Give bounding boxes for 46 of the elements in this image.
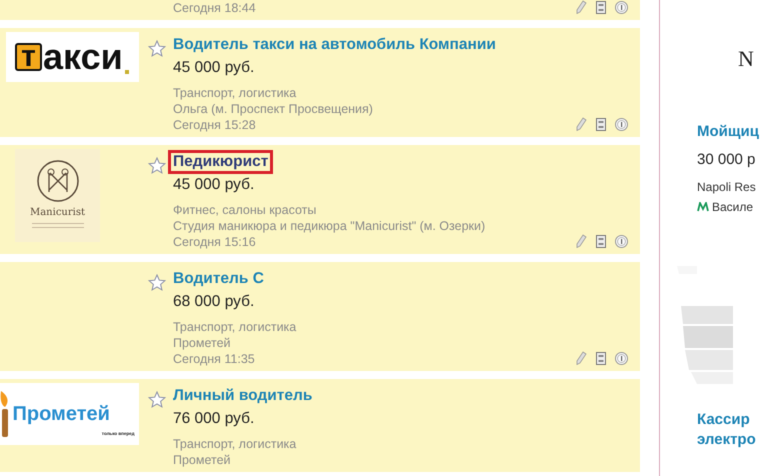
date-text: Сегодня 15:16 [173, 234, 256, 250]
employer-text: Студия маникюра и педикюра "Manicurist" (м. Озерки) [173, 218, 486, 234]
document-icon[interactable] [596, 234, 606, 248]
job-title-link[interactable]: Водитель С [171, 270, 266, 288]
document-icon[interactable] [596, 0, 606, 14]
salary: 68 000 руб. [173, 293, 256, 311]
document-icon[interactable] [596, 352, 606, 364]
logo: Manicurist [15, 149, 100, 242]
salary: 45 000 руб. [173, 176, 256, 194]
star-icon[interactable] [148, 157, 166, 174]
job-title-link[interactable]: Личный водитель [171, 387, 314, 405]
job-title-link[interactable]: Педикюрист [171, 153, 270, 171]
logo: т акси [6, 32, 139, 82]
category-text: Фитнес, салоны красоты [173, 202, 316, 218]
date-text: Сегодня 15:28 [173, 117, 256, 133]
star-icon[interactable] [148, 274, 166, 292]
logo-letter: N [738, 46, 754, 72]
circle-icon[interactable] [615, 234, 628, 248]
salary: 30 000 р [697, 150, 756, 170]
job-title-link[interactable]: Водитель такси на автомобиль Компании [171, 36, 498, 54]
pencil-icon[interactable] [575, 0, 587, 14]
employer-text: Napoli Res [697, 178, 757, 196]
date-text: Сегодня 11:35 [173, 351, 255, 367]
circle-icon[interactable] [615, 0, 628, 14]
job-title-link[interactable]: Кассир [697, 410, 761, 430]
salary: 45 000 руб. [173, 59, 256, 77]
pencil-icon[interactable] [575, 351, 587, 365]
date-text: Сегодня 18:44 [173, 0, 256, 16]
category-text: Транспорт, логистика [173, 85, 296, 101]
job-title-link[interactable]: Мойщиц [697, 123, 759, 140]
circle-icon[interactable] [615, 352, 628, 364]
employer-text: Ольга (м. Проспект Просвещения) [173, 101, 373, 117]
job-title-link[interactable]: электро [697, 430, 761, 450]
category-text: Транспорт, логистика [173, 436, 296, 452]
metro-icon [697, 202, 709, 212]
pencil-icon[interactable] [575, 234, 587, 248]
star-icon[interactable] [148, 40, 166, 58]
category-text: Транспорт, логистика [173, 319, 296, 335]
salary: 76 000 руб. [173, 410, 256, 428]
circle-icon[interactable] [615, 118, 628, 130]
star-icon[interactable] [148, 391, 166, 408]
employer-text: Прометей [173, 335, 231, 351]
pencil-icon[interactable] [575, 117, 587, 131]
employer-text: Прометей [173, 452, 231, 468]
document-icon[interactable] [596, 118, 606, 130]
metro-text: Василе [712, 198, 754, 216]
